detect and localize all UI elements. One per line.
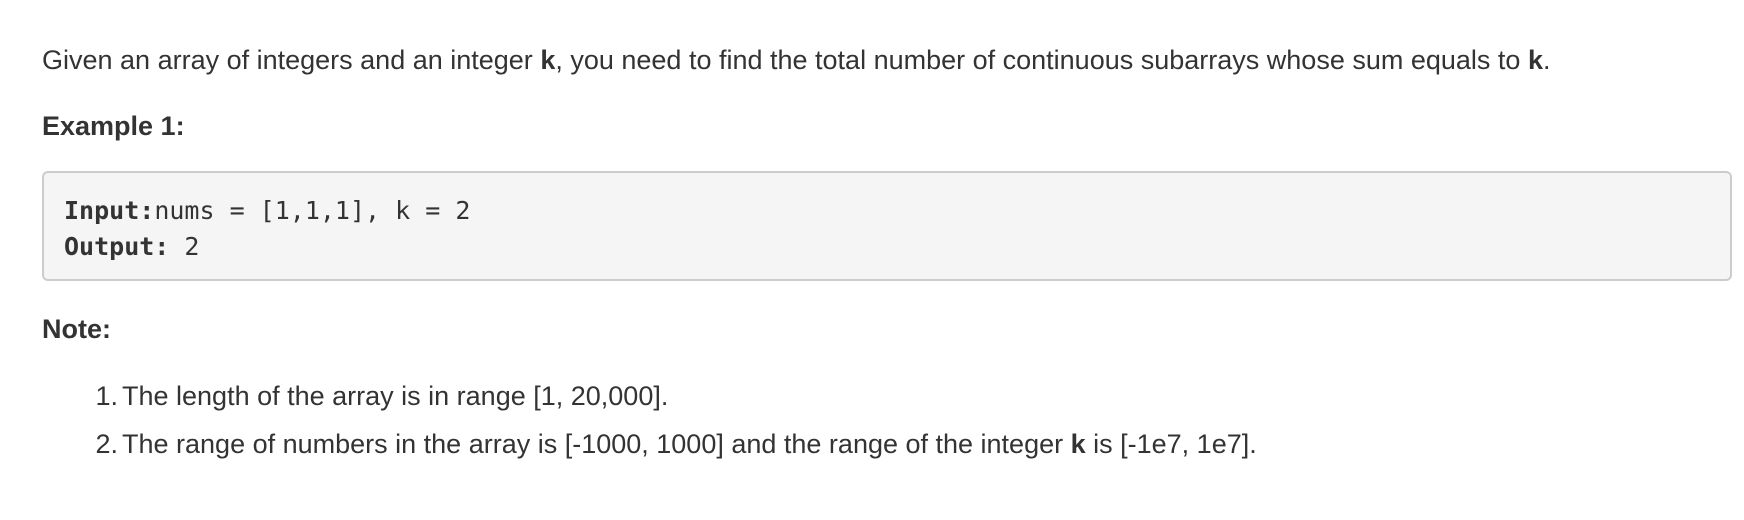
output-label: Output: (64, 232, 170, 261)
note-heading: Note: (42, 314, 111, 344)
note-text-part: The length of the array is in range [1, … (122, 381, 669, 411)
variable-k: k (1070, 429, 1086, 459)
note-text-part: The range of numbers in the array is [-1… (122, 429, 1071, 459)
example-heading: Example 1: (42, 111, 185, 141)
example-code-block: Input:nums = [1,1,1], k = 2 Output: 2 (42, 171, 1732, 281)
note-text-part: is [-1e7, 1e7]. (1085, 429, 1257, 459)
note-number: 2. (95, 429, 118, 459)
note-text: The range of numbers in the array is [-1… (122, 424, 1257, 464)
example-output-line: Output: 2 (64, 229, 1730, 265)
input-label: Input: (64, 196, 155, 225)
input-value: nums = [1,1,1], k = 2 (154, 196, 471, 225)
output-value: 2 (169, 232, 200, 261)
problem-statement: Given an array of integers and an intege… (42, 40, 1550, 80)
statement-text: Given an array of integers and an intege… (42, 45, 541, 75)
note-text: The length of the array is in range [1, … (122, 376, 668, 416)
statement-text: , you need to find the total number of c… (555, 45, 1528, 75)
variable-k: k (1527, 45, 1543, 75)
example-input-line: Input:nums = [1,1,1], k = 2 (64, 193, 1730, 229)
note-number: 1. (95, 381, 118, 411)
statement-text: . (1542, 45, 1551, 75)
variable-k: k (540, 45, 556, 75)
